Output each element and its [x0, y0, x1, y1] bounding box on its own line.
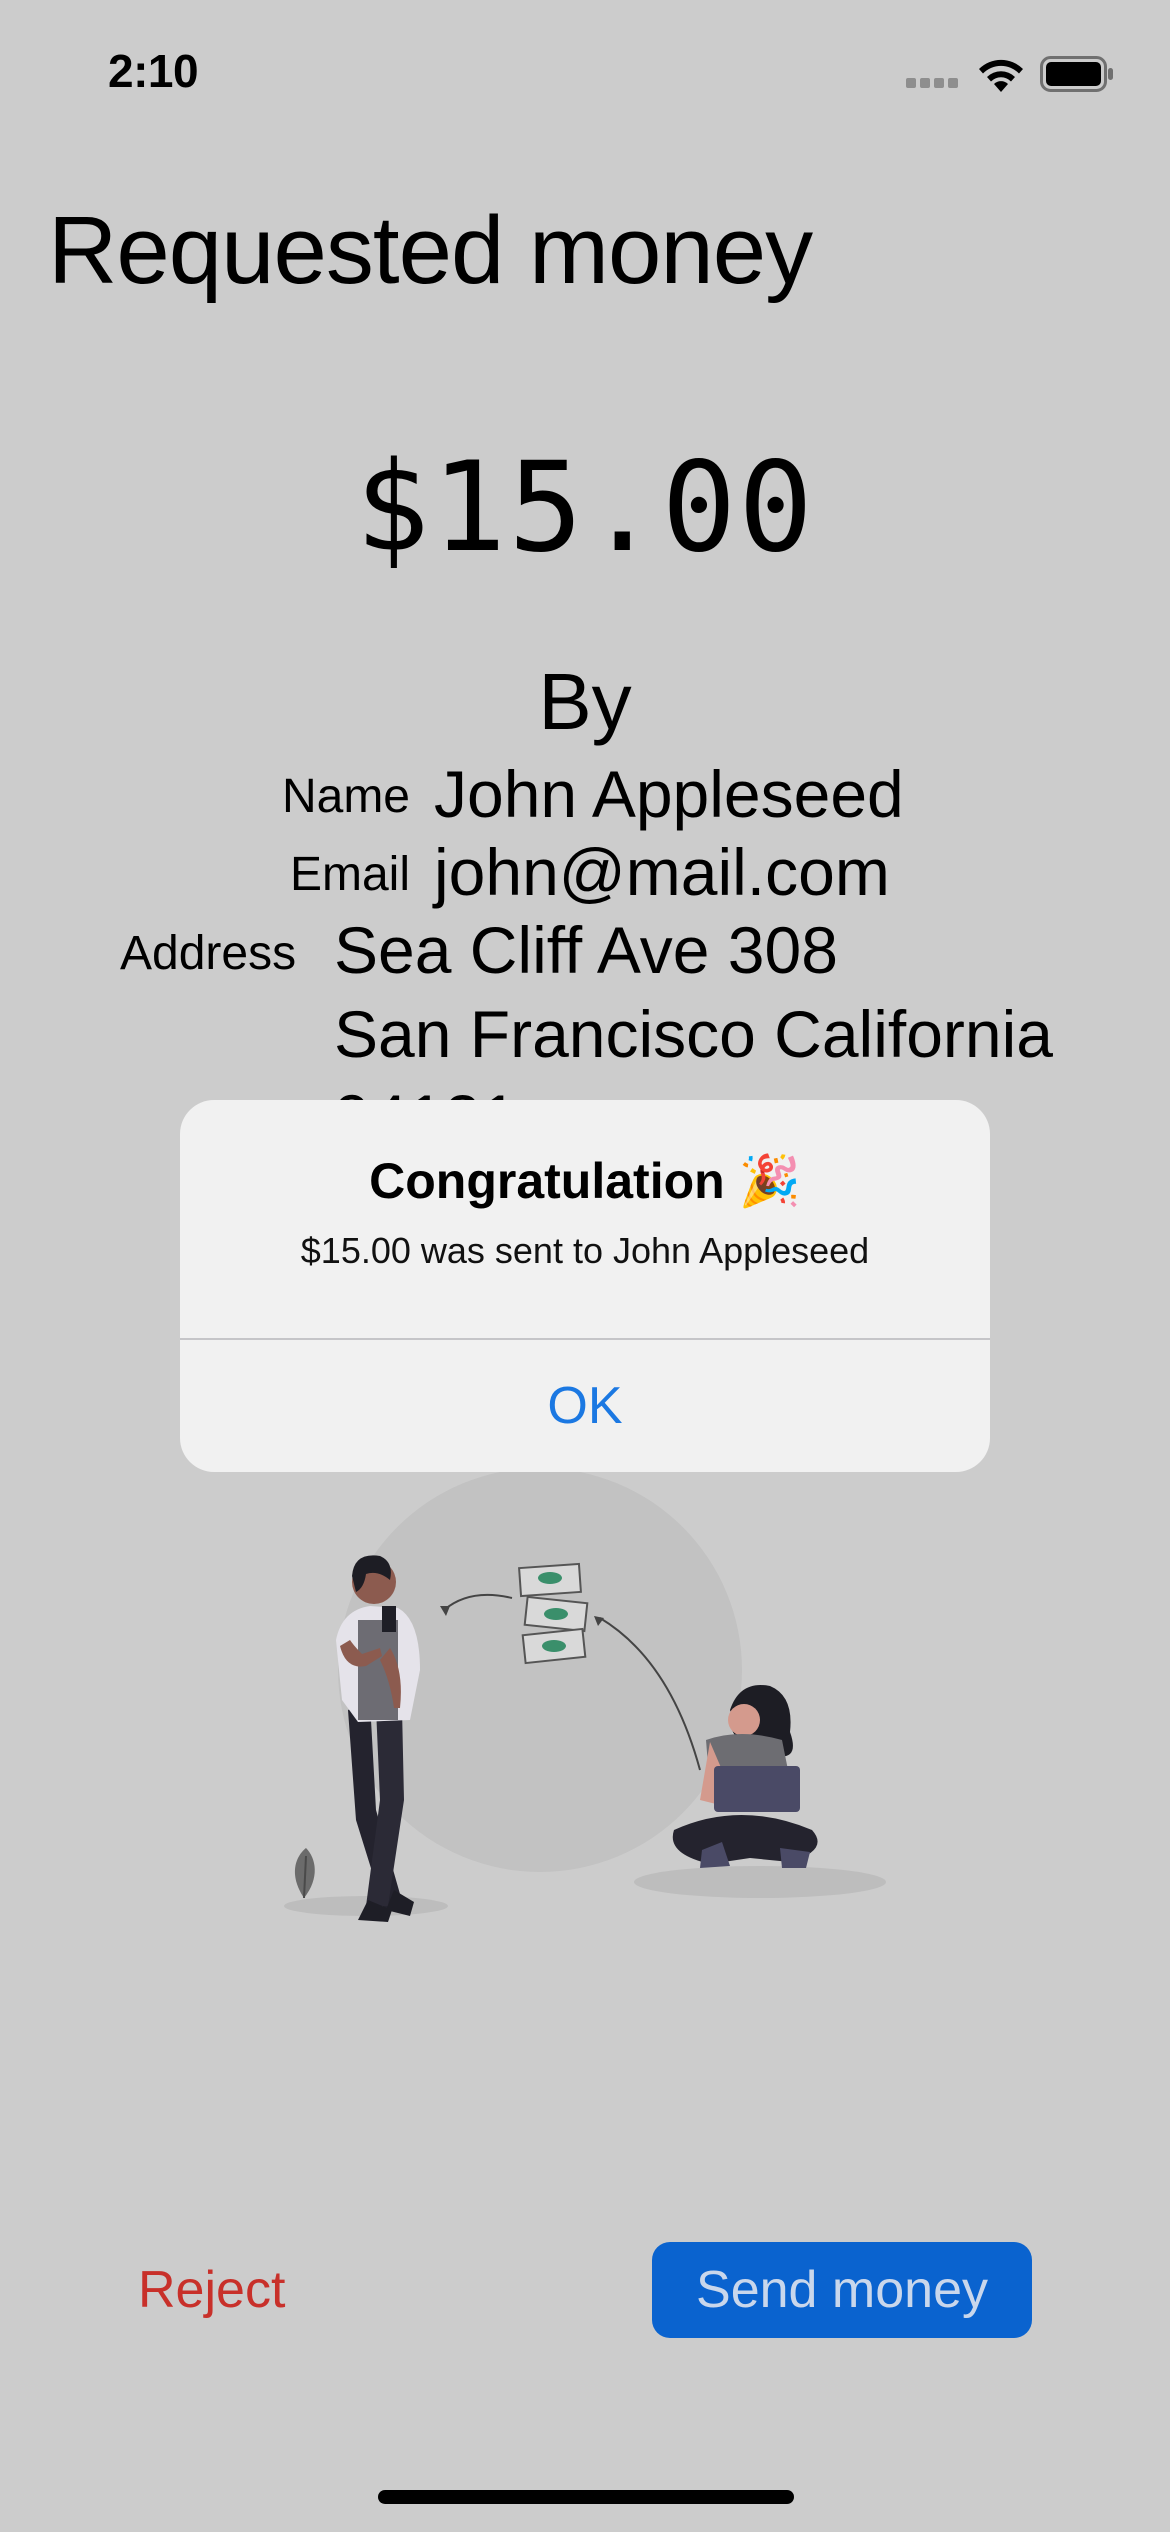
battery-icon: [1040, 56, 1113, 92]
by-heading: By: [538, 657, 632, 746]
alert-ok-button[interactable]: OK: [180, 1340, 990, 1472]
alert-title: Congratulation 🎉: [369, 1153, 801, 1209]
name-row: Name John Appleseed: [0, 752, 1170, 832]
email-value: john@mail.com: [434, 835, 890, 909]
name-label: Name: [281, 770, 410, 823]
name-value: John Appleseed: [434, 757, 904, 831]
request-screen: 2:10 Requested money $15.00 By Name John…: [0, 0, 1170, 2532]
reject-button[interactable]: Reject: [138, 2240, 285, 2340]
page-title: Requested money: [48, 197, 813, 304]
cellular-signal-icon: [906, 78, 960, 88]
congratulation-alert: Congratulation 🎉 $15.00 was sent to John…: [180, 1100, 990, 1472]
send-money-button[interactable]: Send money: [652, 2242, 1032, 2338]
home-indicator[interactable]: [378, 2490, 794, 2504]
email-label: Email: [289, 848, 410, 901]
address-line-1: Sea Cliff Ave 308: [334, 913, 838, 987]
money-bills-icon: [518, 1562, 589, 1665]
alert-message: $15.00 was sent to John Appleseed: [300, 1230, 870, 1271]
money-transfer-illustration: [284, 1470, 886, 1922]
laptop-icon: [714, 1766, 800, 1812]
address-label: Address: [120, 927, 297, 980]
request-amount: $15.00: [355, 436, 815, 580]
wifi-icon: [979, 59, 1023, 92]
address-line-2: San Francisco California: [334, 997, 1053, 1071]
email-row: Email john@mail.com: [0, 830, 1170, 910]
status-time: 2:10: [108, 45, 199, 97]
